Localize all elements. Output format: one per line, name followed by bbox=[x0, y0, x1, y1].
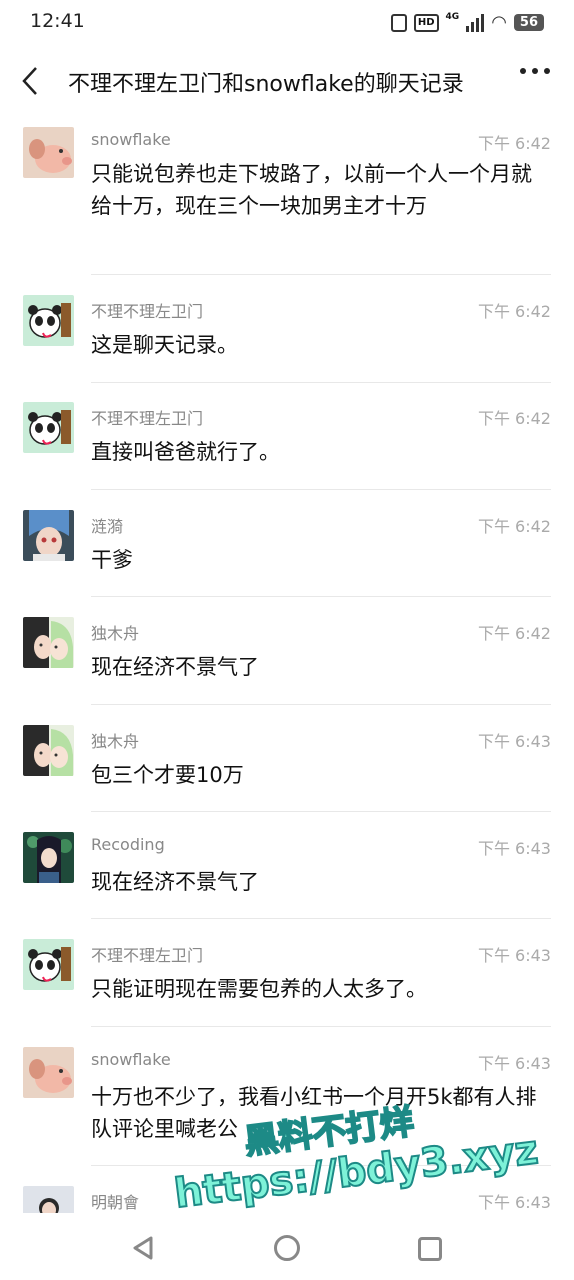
message-text: 现在经济不景气了 bbox=[91, 870, 259, 894]
back-arrow-icon[interactable] bbox=[16, 62, 46, 100]
message-time: 下午 6:42 bbox=[477, 624, 551, 643]
anime-girl-avatar[interactable] bbox=[23, 832, 74, 883]
anime-couple-avatar[interactable] bbox=[23, 725, 74, 776]
nav-recent-apps-icon[interactable] bbox=[418, 1237, 442, 1261]
sender-name: snowflake bbox=[91, 130, 171, 149]
message-time: 下午 6:43 bbox=[477, 946, 551, 965]
message-text: 包三个才要10万 bbox=[91, 763, 244, 787]
more-options-icon[interactable] bbox=[520, 68, 550, 74]
chat-header: 不理不理左卫门和snowflake的聊天记录 bbox=[0, 58, 574, 104]
person-avatar[interactable] bbox=[23, 1186, 74, 1213]
sender-name: 涟漪 bbox=[91, 517, 124, 536]
sender-name: 独木舟 bbox=[91, 732, 140, 751]
system-nav-bar bbox=[0, 1213, 574, 1280]
divider bbox=[91, 811, 551, 812]
nav-home-icon[interactable] bbox=[274, 1235, 300, 1261]
message-text: 直接叫爸爸就行了。 bbox=[91, 440, 280, 464]
divider bbox=[91, 596, 551, 597]
battery-level: 56 bbox=[513, 14, 544, 31]
sender-name: 不理不理左卫门 bbox=[91, 946, 204, 965]
message-text: 只能说包养也走下坡路了，以前一个人一个月就给十万，现在三个一块加男主才十万 bbox=[91, 162, 532, 218]
network-type: 4G bbox=[445, 11, 460, 22]
message-time: 下午 6:42 bbox=[477, 134, 551, 153]
status-icons: HD 4G ◠ 56 bbox=[390, 11, 544, 33]
message-text: 现在经济不景气了 bbox=[91, 655, 259, 679]
divider bbox=[91, 489, 551, 490]
panda-avatar[interactable] bbox=[23, 295, 74, 346]
message-time: 下午 6:42 bbox=[477, 517, 551, 536]
message-time: 下午 6:43 bbox=[477, 732, 551, 751]
anime-couple-avatar[interactable] bbox=[23, 617, 74, 668]
wifi-icon: ◠ bbox=[491, 12, 507, 33]
divider bbox=[91, 704, 551, 705]
message-time: 下午 6:42 bbox=[477, 409, 551, 428]
panda-avatar[interactable] bbox=[23, 402, 74, 453]
signal-icon bbox=[466, 13, 485, 32]
message-time: 下午 6:43 bbox=[477, 1054, 551, 1073]
sender-name: 不理不理左卫门 bbox=[91, 409, 204, 428]
sender-name: 明朝會 bbox=[91, 1193, 140, 1212]
nav-back-icon[interactable] bbox=[131, 1235, 155, 1261]
pig-avatar[interactable] bbox=[23, 127, 74, 178]
pig-avatar[interactable] bbox=[23, 1047, 74, 1098]
status-time: 12:41 bbox=[30, 10, 85, 32]
divider bbox=[91, 382, 551, 383]
divider bbox=[91, 274, 551, 275]
message-list[interactable]: snowflake 下午 6:42 只能说包养也走下坡路了，以前一个人一个月就给… bbox=[0, 117, 574, 1213]
message-text: 干爹 bbox=[91, 548, 133, 572]
vibrate-icon bbox=[390, 13, 407, 32]
sender-name: Recoding bbox=[91, 835, 165, 854]
message-time: 下午 6:42 bbox=[477, 302, 551, 321]
message-text: 这是聊天记录。 bbox=[91, 333, 238, 357]
message-text: 只能证明现在需要包养的人太多了。 bbox=[91, 977, 427, 1001]
status-bar: 12:41 HD 4G ◠ 56 bbox=[0, 0, 574, 44]
hd-icon: HD bbox=[413, 13, 439, 32]
divider bbox=[91, 918, 551, 919]
sender-name: 不理不理左卫门 bbox=[91, 302, 204, 321]
anime-blue-hair-avatar[interactable] bbox=[23, 510, 74, 561]
message-time: 下午 6:43 bbox=[477, 839, 551, 858]
sender-name: snowflake bbox=[91, 1050, 171, 1069]
panda-avatar[interactable] bbox=[23, 939, 74, 990]
divider bbox=[91, 1026, 551, 1027]
sender-name: 独木舟 bbox=[91, 624, 140, 643]
page-title: 不理不理左卫门和snowflake的聊天记录 bbox=[68, 72, 464, 97]
